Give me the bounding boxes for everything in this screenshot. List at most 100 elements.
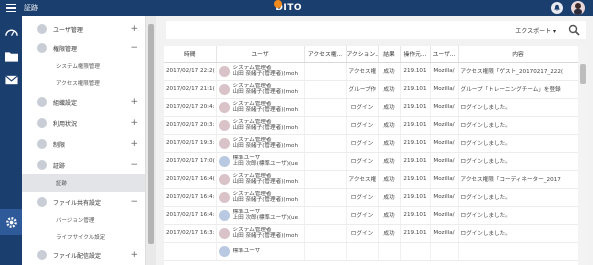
dashboard-icon[interactable] (3, 24, 19, 40)
search-icon[interactable] (568, 24, 580, 36)
cell-ip: 219.101 (400, 152, 431, 171)
expand-plus-icon[interactable]: + (130, 250, 138, 260)
cell-time: 2017/02/17 19:3: (164, 134, 217, 153)
expand-plus-icon[interactable]: + (130, 118, 138, 128)
menu-item-usage-status[interactable]: 利用状況 + (22, 113, 145, 133)
cell-result: 成功 (378, 152, 401, 171)
menu-item-label: 組織設定 (53, 99, 78, 107)
column-header-time[interactable]: 時間 (164, 46, 217, 63)
menu-item-file-sharing-settings[interactable]: ファイル共有設定 − (22, 192, 145, 212)
cell-agent: Mozilla/ (430, 224, 459, 243)
cell-time: 2017/02/17 20:4: (164, 98, 217, 117)
menu-item-permission-management[interactable]: 権限管理 − (22, 38, 145, 58)
cell-ip: 219.101 (400, 206, 431, 225)
table-header-row: 時間 ユーザ アクセス権... アクション... 結果 操作元... ユーザ..… (164, 46, 579, 63)
menu-item-label: 証跡 (53, 162, 66, 170)
cell-ip: 219.101 (400, 134, 431, 153)
cell-result: 成功 (378, 224, 401, 243)
menu-sub-access-permission[interactable]: アクセス権限管理 (22, 74, 145, 92)
collapse-minus-icon[interactable]: − (130, 160, 138, 170)
user-name: 山田 奈緒子(管理者)(moh (232, 179, 299, 185)
cell-time (164, 242, 217, 261)
user-name: 上田 次郎(標準ユーザ)(ue (232, 161, 299, 167)
menu-scrollbar-thumb[interactable] (148, 24, 154, 244)
cell-content: ログインしました。 (458, 134, 579, 153)
table-row[interactable]: 2017/02/17 21:1(システム管理者 山田 奈緒子(管理者)(moh グル… (164, 80, 579, 99)
expand-plus-icon[interactable]: + (130, 97, 138, 107)
menu-sub-system-permission[interactable]: システム権限管理 (22, 57, 145, 75)
expand-plus-icon[interactable]: + (130, 139, 138, 149)
hamburger-menu-icon[interactable] (0, 0, 22, 16)
cell-action: ログイン (346, 188, 379, 207)
cell-action: ログイン (346, 116, 379, 135)
audit-table: 時間 ユーザ アクセス権... アクション... 結果 操作元... ユーザ..… (164, 46, 579, 261)
user-avatar[interactable] (571, 1, 585, 15)
cell-content: ログインしました。 (458, 152, 579, 171)
table-row[interactable]: 2017/02/17 17:0(標準ユーザ 上田 次郎(標準ユーザ)(ue ログイン… (164, 152, 579, 171)
collapse-minus-icon[interactable]: − (130, 197, 138, 207)
column-header-user-agent[interactable]: ユーザ... (430, 46, 459, 63)
column-header-user[interactable]: ユーザ (216, 46, 305, 63)
cell-action: グループ作 (346, 80, 379, 99)
menu-item-label: ユーザ管理 (53, 26, 83, 34)
folder-icon[interactable] (3, 48, 19, 64)
cell-ip: 219.101 (400, 98, 431, 117)
table-row[interactable]: 2017/02/17 16:4: システム管理者 山田 奈緒子(管理者)(moh ログ… (164, 188, 579, 207)
column-header-source[interactable]: 操作元... (400, 46, 431, 63)
menu-sub-audit-trail[interactable]: 証跡 (22, 174, 145, 192)
user-avatar-icon (218, 155, 230, 167)
cell-content: アクセス権限「ゲスト_20170217_222( (458, 62, 579, 81)
column-header-access[interactable]: アクセス権... (304, 46, 347, 63)
notification-bell-icon[interactable] (551, 2, 563, 14)
menu-item-restrictions[interactable]: 制限 + (22, 134, 145, 154)
cell-agent: Mozilla/ (430, 188, 459, 207)
cell-user: システム管理者 山田 奈緒子(管理者)(moh (216, 80, 305, 99)
restriction-icon (37, 139, 47, 149)
menu-scrollbar[interactable] (146, 16, 156, 265)
table-row[interactable]: 2017/02/17 16:4: 標準ユーザ 上田 次郎(標準ユーザ)(ue ログイン… (164, 206, 579, 225)
menu-sub-lifecycle-settings[interactable]: ライフサイクル設定 (22, 228, 145, 246)
cell-content: ログインしました。 (458, 224, 579, 243)
cell-user: 標準ユーザ 上田 次郎(標準ユーザ)(ue (216, 152, 305, 171)
cell-ip (400, 242, 431, 261)
mail-icon[interactable] (3, 72, 19, 88)
table-row[interactable]: 2017/02/17 16:4(システム管理者 山田 奈緒子(管理者)(moh アク… (164, 170, 579, 189)
menu-item-audit-trail[interactable]: 証跡 − (22, 155, 145, 175)
menu-item-label: 制限 (53, 141, 66, 149)
cell-content: ログインしました。 (458, 116, 579, 135)
table-scrollbar-thumb[interactable] (580, 64, 586, 84)
table-row[interactable]: 標準ユーザ (164, 242, 579, 261)
cell-access (304, 80, 347, 99)
cell-user: 標準ユーザ (216, 242, 305, 261)
menu-item-organization-settings[interactable]: 組織設定 + (22, 92, 145, 112)
collapse-minus-icon[interactable]: − (130, 43, 138, 53)
cell-time: 2017/02/17 16:4: (164, 188, 217, 207)
table-row[interactable]: 2017/02/17 22:2(システム管理者 山田 奈緒子(管理者)(moh アク… (164, 62, 579, 81)
column-header-action[interactable]: アクション... (346, 46, 379, 63)
column-header-result[interactable]: 結果 (378, 46, 401, 63)
table-row[interactable]: 2017/02/17 20:4: システム管理者 山田 奈緒子(管理者)(moh ログ… (164, 98, 579, 117)
table-row[interactable]: 2017/02/17 19:3: システム管理者 山田 奈緒子(管理者)(moh ログ… (164, 134, 579, 153)
menu-item-file-delivery-settings[interactable]: ファイル配信設定 + (22, 245, 145, 265)
cell-content (458, 242, 579, 261)
user-name: 上田 次郎(標準ユーザ)(ue (232, 215, 299, 221)
cell-action: アクセス権 (346, 62, 379, 81)
menu-item-label: 権限管理 (53, 45, 78, 53)
menu-item-user-management[interactable]: ユーザ管理 + (22, 19, 145, 39)
cell-action: ログイン (346, 98, 379, 117)
export-dropdown[interactable]: エクスポート ▾ (515, 26, 556, 35)
cell-content: ログインしました。 (458, 188, 579, 207)
cell-agent: Mozilla/ (430, 62, 459, 81)
expand-plus-icon[interactable]: + (130, 24, 138, 34)
table-row[interactable]: 2017/02/17 20:3: システム管理者 山田 奈緒子(管理者)(moh ログ… (164, 116, 579, 135)
column-header-content[interactable]: 内容 (458, 46, 579, 63)
table-row[interactable]: 2017/02/17 16:3: システム管理者 山田 奈緒子(管理者)(moh ログ… (164, 224, 579, 243)
gear-icon[interactable] (0, 209, 22, 235)
cell-agent: Mozilla/ (430, 116, 459, 135)
menu-sub-version-management[interactable]: バージョン管理 (22, 211, 145, 229)
activity-icon (37, 118, 47, 128)
table-scrollbar[interactable] (578, 46, 588, 265)
cell-access (304, 98, 347, 117)
cell-agent: Mozilla/ (430, 98, 459, 117)
cell-agent (430, 242, 459, 261)
